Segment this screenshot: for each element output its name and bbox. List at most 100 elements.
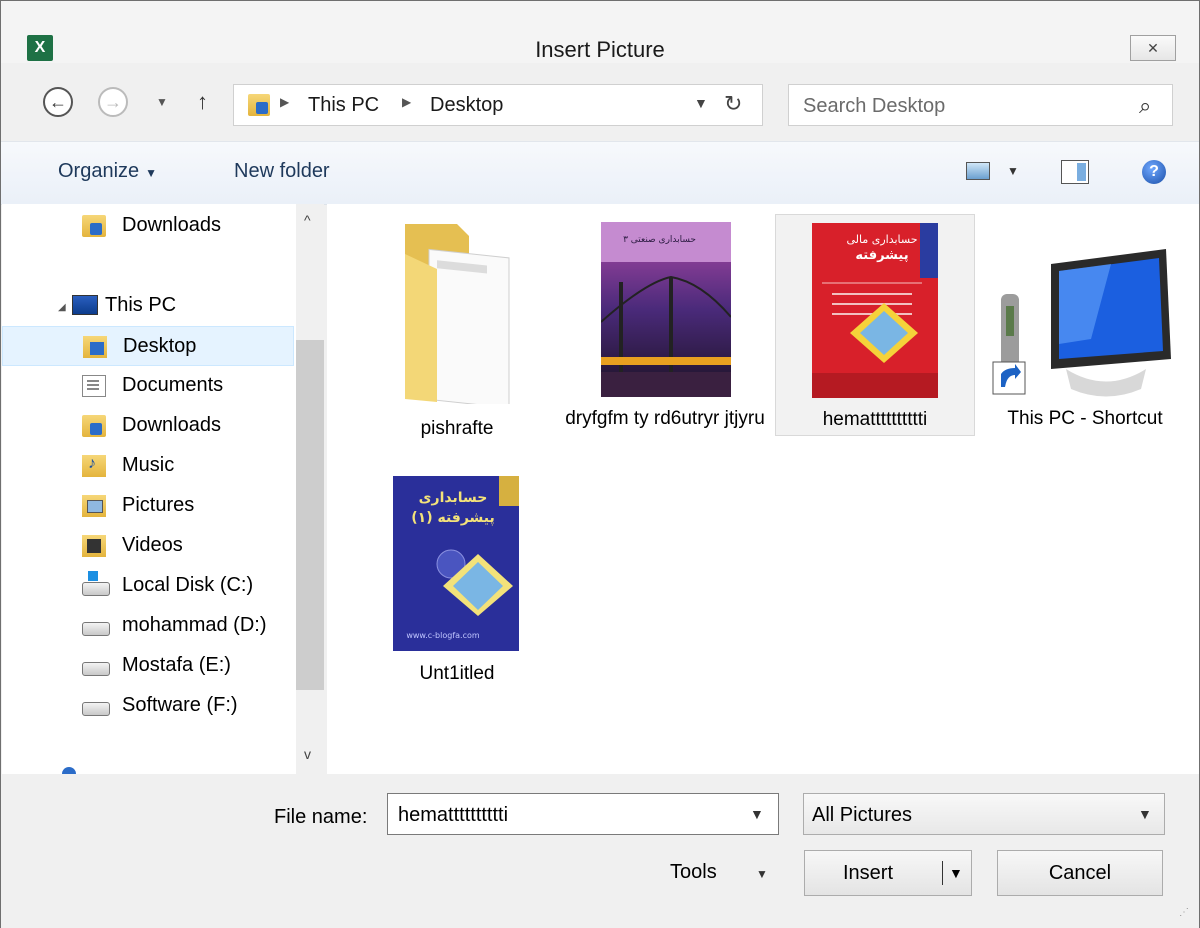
nav-item-label: Software (F:) xyxy=(122,694,238,716)
book-subtitle-text: پیشرفته (۱) xyxy=(411,510,495,526)
refresh-icon[interactable]: ↻ xyxy=(724,91,742,117)
breadcrumb-this-pc[interactable]: This PC xyxy=(308,94,379,117)
file-item-image-selected[interactable]: حسابداری مالی پیشرفته hematttttttttti xyxy=(775,214,975,436)
nav-item-label: mohammad (D:) xyxy=(122,614,267,636)
nav-item-local-disk-c[interactable]: Local Disk (C:) xyxy=(2,566,294,606)
recent-locations-chevron-icon[interactable]: ▼ xyxy=(156,95,168,109)
chevron-down-icon: ▼ xyxy=(145,166,158,180)
nav-item-label: Pictures xyxy=(122,494,195,516)
command-toolbar: Organize ▼ New folder ▼ ? xyxy=(1,141,1199,205)
nav-item-music[interactable]: Music xyxy=(2,446,294,486)
file-item-shortcut[interactable]: This PC - Shortcut xyxy=(985,214,1185,464)
view-options-chevron-icon[interactable]: ▼ xyxy=(1007,164,1019,178)
book-url-text: www.c-blogfa.com xyxy=(406,631,480,640)
insert-picture-dialog: X Insert Picture ✕ ← → ▼ ↑ ▶ This PC ▶ D… xyxy=(0,0,1200,928)
nav-item-label: Local Disk (C:) xyxy=(122,574,254,596)
book-cover-thumbnail: حسابداری صنعتی ۳ xyxy=(601,222,731,397)
file-name-label: This PC - Shortcut xyxy=(1007,408,1163,429)
resize-grip-icon[interactable]: ⋰ xyxy=(1179,907,1190,918)
navigation-scrollbar[interactable]: ^ v xyxy=(296,204,324,774)
file-name-label: dryfgfm ty rd6utryr jtjyru xyxy=(565,408,765,429)
nav-item-drive-d[interactable]: mohammad (D:) xyxy=(2,606,294,646)
cancel-button[interactable]: Cancel xyxy=(997,850,1163,896)
scrollbar-thumb[interactable] xyxy=(296,340,324,690)
search-placeholder: Search Desktop xyxy=(803,95,946,117)
book-cover-thumbnail: حسابداری مالی پیشرفته xyxy=(812,223,938,398)
nav-item-this-pc[interactable]: ◢ This PC xyxy=(2,286,294,326)
file-type-select[interactable]: All Pictures ▼ xyxy=(803,793,1165,835)
nav-item-documents[interactable]: Documents xyxy=(2,366,294,406)
file-item-image[interactable]: حسابداری صنعتی ۳ dryfgfm ty rd6utryr jtj… xyxy=(565,214,765,464)
file-item-image[interactable]: حسابداری پیشرفته (۱) www.c-blogfa.com Un… xyxy=(357,466,557,716)
file-name-label: pishrafte xyxy=(420,418,494,439)
file-name-label-text: File name: xyxy=(274,806,368,828)
nav-item-pictures[interactable]: Pictures xyxy=(2,486,294,526)
file-type-value: All Pictures xyxy=(812,804,913,826)
file-name-dropdown-icon[interactable]: ▼ xyxy=(750,806,764,822)
nav-item-drive-f[interactable]: Software (F:) xyxy=(2,686,294,726)
insert-button-label: Insert xyxy=(843,862,894,884)
new-folder-button[interactable]: New folder xyxy=(234,160,330,183)
close-button[interactable]: ✕ xyxy=(1130,35,1176,61)
insert-split-button[interactable]: Insert ▼ xyxy=(804,850,972,896)
file-name-value: hematttttttttti xyxy=(398,804,509,826)
drive-icon xyxy=(82,702,110,716)
nav-item-desktop[interactable]: Desktop xyxy=(2,326,294,366)
organize-menu[interactable]: Organize ▼ xyxy=(58,160,157,183)
dialog-title: Insert Picture xyxy=(535,37,665,62)
book-subtitle-text: پیشرفته xyxy=(855,248,908,263)
nav-item-videos[interactable]: Videos xyxy=(2,526,294,566)
network-icon xyxy=(62,767,76,774)
navigation-pane[interactable]: Downloads ◢ This PC Desktop Documents Do… xyxy=(2,204,324,774)
preview-pane-icon[interactable] xyxy=(1061,160,1089,184)
forward-button[interactable]: → xyxy=(98,87,128,117)
pictures-folder-icon xyxy=(82,495,106,517)
expand-arrow-icon[interactable]: ◢ xyxy=(58,302,66,313)
folder-thumbnail-icon xyxy=(405,224,510,404)
address-dropdown-icon[interactable]: ▼ xyxy=(694,95,708,111)
change-view-icon[interactable] xyxy=(966,162,990,180)
nav-item-label: This PC xyxy=(105,294,177,316)
tools-menu[interactable]: Tools xyxy=(670,861,717,884)
search-icon[interactable]: ⌕ xyxy=(1139,93,1151,119)
desktop-location-icon xyxy=(248,94,270,116)
up-arrow-icon[interactable]: ↑ xyxy=(197,89,208,115)
scroll-down-icon[interactable]: v xyxy=(304,746,311,762)
documents-icon xyxy=(82,375,106,397)
nav-item-label: Documents xyxy=(122,374,224,396)
nav-item-downloads[interactable]: Downloads xyxy=(2,406,294,446)
downloads-folder-icon xyxy=(82,215,106,237)
help-icon[interactable]: ? xyxy=(1142,160,1166,184)
search-input[interactable]: Search Desktop ⌕ xyxy=(788,84,1173,126)
breadcrumb-desktop[interactable]: Desktop xyxy=(430,94,503,117)
nav-item-label: Downloads xyxy=(122,414,221,436)
nav-item-label: Desktop xyxy=(123,335,197,357)
tools-chevron-down-icon[interactable]: ▼ xyxy=(756,867,768,881)
nav-item-label: Downloads xyxy=(122,214,221,236)
book-cover-thumbnail: حسابداری پیشرفته (۱) www.c-blogfa.com xyxy=(393,476,519,651)
this-pc-icon xyxy=(72,295,98,315)
address-bar[interactable]: ▶ This PC ▶ Desktop ▼ ↻ xyxy=(233,84,763,126)
breadcrumb-separator-icon: ▶ xyxy=(402,95,412,109)
file-list-view[interactable]: pishrafte حسابداری صنعتی ۳ dryfgfm ty rd… xyxy=(327,204,1199,774)
drive-icon xyxy=(82,662,110,676)
nav-item-downloads-quick[interactable]: Downloads xyxy=(2,206,294,246)
insert-options-chevron-icon[interactable]: ▼ xyxy=(949,851,963,895)
computer-shortcut-icon xyxy=(992,249,1171,397)
chevron-down-icon: ▼ xyxy=(1138,806,1152,822)
file-item-folder[interactable]: pishrafte xyxy=(357,214,557,444)
file-name-input[interactable]: hematttttttttti ▼ xyxy=(387,793,779,835)
file-name-label: Unt1itled xyxy=(419,663,495,684)
scroll-up-icon[interactable]: ^ xyxy=(304,212,311,228)
videos-folder-icon xyxy=(82,535,106,557)
back-button[interactable]: ← xyxy=(43,87,73,117)
nav-item-label: Videos xyxy=(122,534,183,556)
music-folder-icon xyxy=(82,455,106,477)
desktop-folder-icon xyxy=(83,336,107,358)
split-divider xyxy=(942,861,943,885)
book-title-text: حسابداری مالی xyxy=(846,233,917,246)
downloads-folder-icon xyxy=(82,415,106,437)
drive-icon xyxy=(82,622,110,636)
nav-item-drive-e[interactable]: Mostafa (E:) xyxy=(2,646,294,686)
file-name-label: hematttttttttti xyxy=(822,409,928,430)
